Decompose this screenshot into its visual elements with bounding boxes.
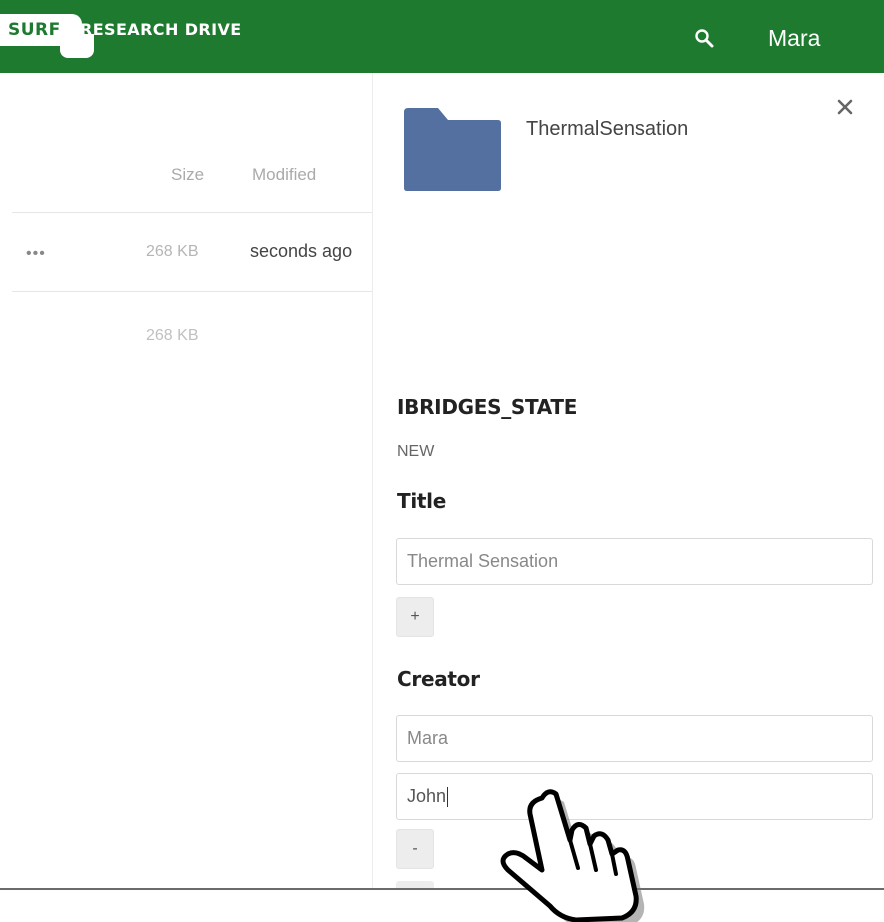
row-actions-menu[interactable]: ••• — [26, 245, 46, 263]
state-heading: IBRIDGES_STATE — [397, 395, 578, 419]
summary-total-size: 268 KB — [146, 327, 199, 344]
text-caret — [447, 786, 449, 807]
creator-second-value: John — [407, 786, 447, 806]
folder-name: ThermalSensation — [526, 118, 689, 140]
row-modified: seconds ago — [250, 241, 353, 261]
add-title-button[interactable]: + — [396, 597, 434, 637]
row-size: 268 KB — [146, 243, 199, 260]
logo-product-name: RESEARCH DRIVE — [80, 20, 242, 39]
remove-creator-button[interactable]: - — [396, 829, 434, 869]
title-input[interactable] — [396, 538, 873, 585]
close-icon[interactable] — [833, 95, 857, 119]
creator-heading: Creator — [397, 667, 480, 691]
creator-input[interactable] — [396, 715, 873, 762]
app-logo[interactable]: SURF RESEARCH DRIVE — [0, 14, 241, 60]
row-divider — [12, 212, 372, 213]
state-value: NEW — [397, 443, 435, 460]
search-icon[interactable] — [694, 28, 716, 50]
logo-surf-text: SURF — [8, 20, 61, 40]
top-bar-inner: SURF RESEARCH DRIVE Mara — [0, 0, 884, 70]
top-bar: SURF RESEARCH DRIVE Mara — [0, 0, 884, 73]
title-heading: Title — [397, 489, 446, 513]
column-header-size[interactable]: Size — [171, 165, 204, 185]
file-list: Size Modified ••• 268 KB seconds ago 268… — [0, 73, 372, 888]
user-menu[interactable]: Mara — [768, 25, 820, 52]
details-sidebar: ThermalSensation IBRIDGES_STATE NEW Titl… — [373, 73, 884, 889]
column-header-modified[interactable]: Modified — [252, 165, 316, 185]
bottom-rule — [0, 888, 884, 890]
hand-pointer-cursor-icon — [500, 789, 645, 922]
row-divider — [12, 291, 372, 292]
folder-icon — [404, 108, 501, 191]
